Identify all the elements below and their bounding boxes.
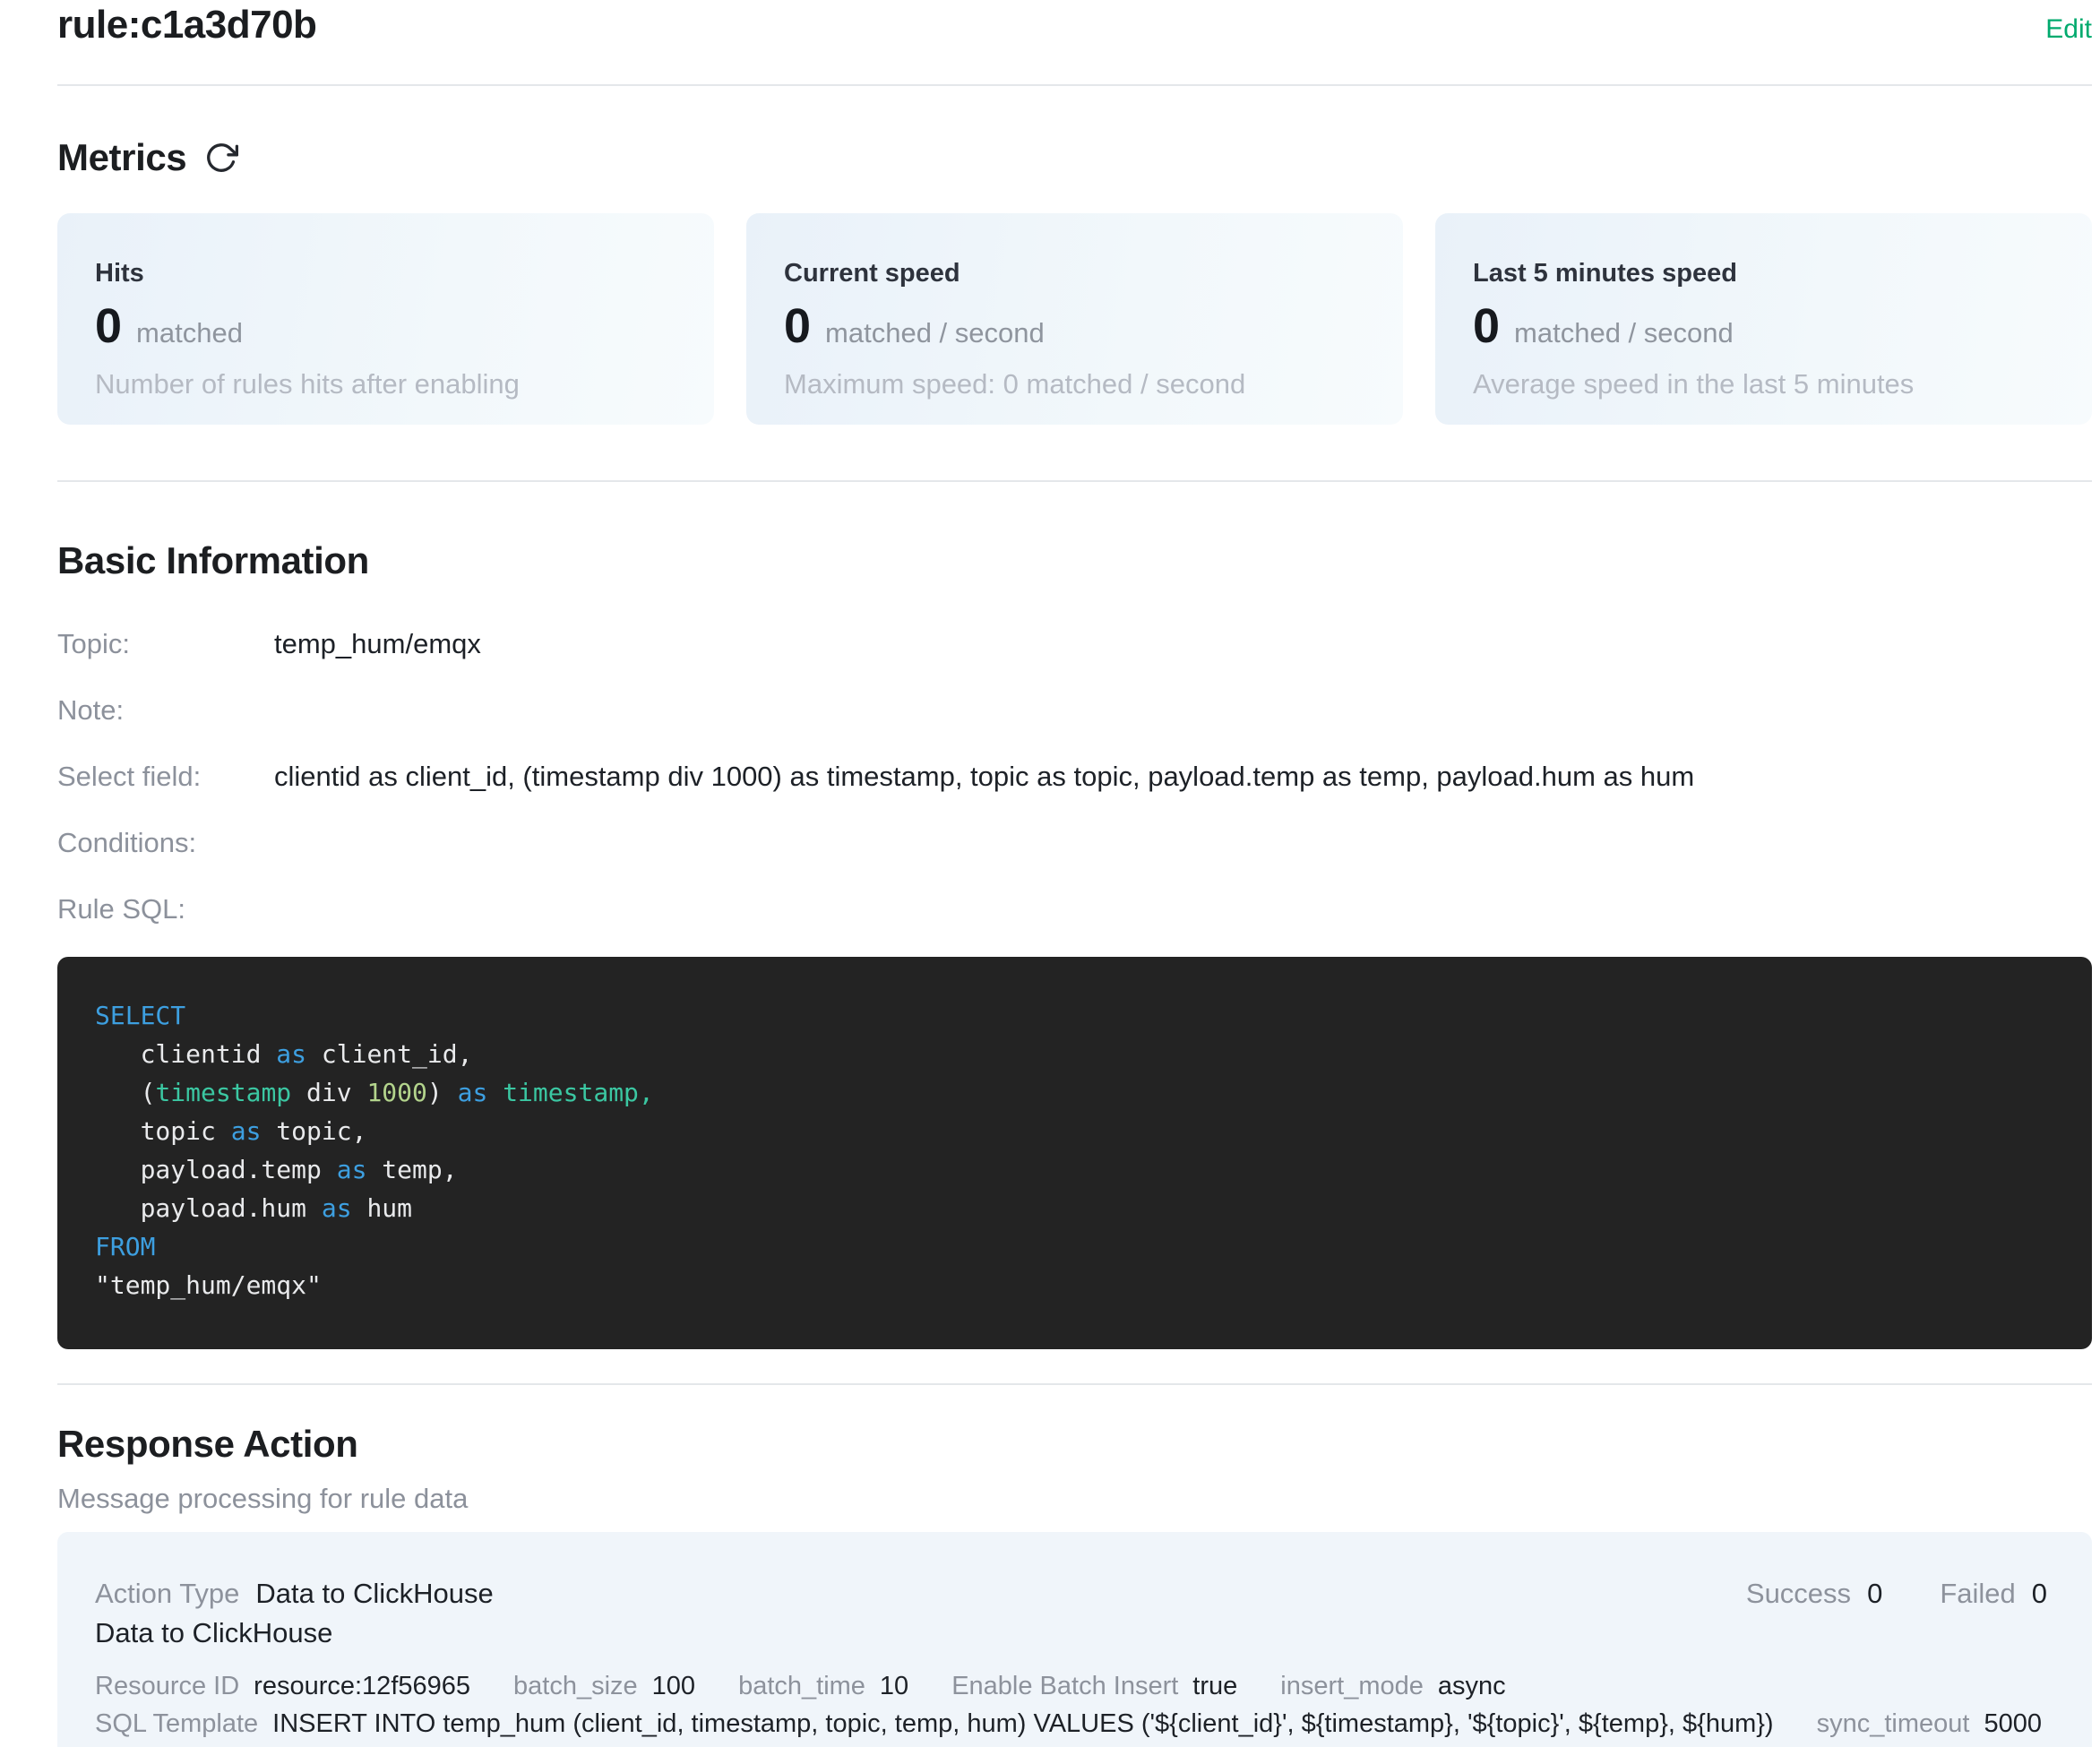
action-attribute: sync_timeout 5000 — [1817, 1708, 2042, 1740]
attribute-value: 5000 — [1984, 1708, 2042, 1740]
metric-card-value-row: 0 matched / second — [784, 301, 1365, 358]
action-type-label: Action Type — [95, 1577, 239, 1611]
sql-code-line: topic as topic, — [95, 1112, 2056, 1150]
action-resource-name[interactable]: Data to ClickHouse — [95, 1616, 2047, 1650]
action-card-top-row: Action Type Data to ClickHouse Success 0… — [95, 1577, 2047, 1611]
action-type-pair: Action Type Data to ClickHouse — [95, 1577, 494, 1611]
metric-unit: matched — [136, 308, 243, 358]
page-title: rule:c1a3d70b — [57, 2, 316, 48]
metric-description: Maximum speed: 0 matched / second — [784, 369, 1365, 400]
info-row-value: clientid as client_id, (timestamp div 10… — [274, 758, 1694, 796]
info-row-label: Topic: — [57, 625, 274, 663]
metric-unit: matched / second — [1514, 308, 1734, 358]
failed-value: 0 — [2032, 1577, 2047, 1611]
failed-label: Failed — [1940, 1577, 2015, 1611]
response-action-heading: Response Action — [57, 1421, 2092, 1467]
action-card: Action Type Data to ClickHouse Success 0… — [57, 1532, 2092, 1747]
divider — [57, 480, 2092, 482]
action-attribute: insert_mode async — [1280, 1670, 1505, 1702]
sql-code-line: SELECT — [95, 996, 2056, 1035]
info-row-label: Conditions: — [57, 824, 274, 862]
metric-card-value-row: 0 matched — [95, 301, 676, 358]
refresh-icon[interactable] — [204, 141, 238, 175]
metric-cards-row: Hits 0 matched Number of rules hits afte… — [57, 213, 2092, 425]
attribute-label: sync_timeout — [1817, 1708, 1970, 1740]
sql-code-line: payload.hum as hum — [95, 1189, 2056, 1227]
sql-code-line: clientid as client_id, — [95, 1035, 2056, 1073]
info-row-value: temp_hum/emqx — [274, 625, 481, 663]
action-attribute: Resource ID resource:12f56965 — [95, 1670, 470, 1702]
metric-unit: matched / second — [825, 308, 1045, 358]
action-attribute: SQL Template INSERT INTO temp_hum (clien… — [95, 1708, 1774, 1740]
response-action-subtitle: Message processing for rule data — [57, 1480, 2092, 1518]
info-row-label: Rule SQL: — [57, 891, 274, 928]
action-counters: Success 0 Failed 0 — [1746, 1577, 2047, 1611]
divider — [57, 1383, 2092, 1385]
attribute-label: batch_size — [513, 1670, 638, 1702]
info-row-label: Note: — [57, 692, 274, 729]
metric-card: Hits 0 matched Number of rules hits afte… — [57, 213, 714, 425]
action-attribute: batch_size 100 — [513, 1670, 695, 1702]
basic-info-rows: Topic: temp_hum/emqx Note: Select field:… — [57, 625, 2092, 928]
metric-card: Current speed 0 matched / second Maximum… — [746, 213, 1403, 425]
info-row: Rule SQL: — [57, 891, 2092, 928]
attribute-value: true — [1192, 1670, 1237, 1702]
action-attributes-row: Resource ID resource:12f56965 batch_size… — [95, 1670, 2047, 1702]
attribute-value: 100 — [652, 1670, 695, 1702]
metric-description: Average speed in the last 5 minutes — [1473, 369, 2054, 400]
attribute-value: async — [1438, 1670, 1506, 1702]
metrics-heading-label: Metrics — [57, 134, 186, 181]
basic-info-heading: Basic Information — [57, 538, 2092, 584]
rule-detail-page: rule:c1a3d70b Edit Metrics Hits 0 matche… — [0, 0, 2100, 1747]
sql-code-line: payload.temp as temp, — [95, 1150, 2056, 1189]
attribute-value: INSERT INTO temp_hum (client_id, timesta… — [272, 1708, 1773, 1740]
success-counter: Success 0 — [1746, 1577, 1882, 1611]
sql-code-line: FROM — [95, 1227, 2056, 1266]
attribute-value: resource:12f56965 — [254, 1670, 470, 1702]
failed-counter: Failed 0 — [1940, 1577, 2047, 1611]
action-type-value: Data to ClickHouse — [255, 1577, 493, 1611]
metric-card-title: Current speed — [784, 258, 1365, 288]
page-header: rule:c1a3d70b Edit — [57, 0, 2092, 48]
attribute-label: insert_mode — [1280, 1670, 1424, 1702]
info-row: Select field: clientid as client_id, (ti… — [57, 758, 2092, 796]
sql-code: SELECT clientid as client_id, (timestamp… — [95, 996, 2056, 1304]
metric-card-title: Hits — [95, 258, 676, 288]
metric-value: 0 — [784, 301, 811, 351]
metric-card-value-row: 0 matched / second — [1473, 301, 2054, 358]
metric-card-title: Last 5 minutes speed — [1473, 258, 2054, 288]
action-attribute: Enable Batch Insert true — [951, 1670, 1237, 1702]
sql-code-line: "temp_hum/emqx" — [95, 1266, 2056, 1304]
info-row: Note: — [57, 692, 2092, 729]
action-sql-template-row: SQL Template INSERT INTO temp_hum (clien… — [95, 1708, 2047, 1740]
metric-description: Number of rules hits after enabling — [95, 369, 676, 400]
attribute-value: 10 — [880, 1670, 908, 1702]
info-row: Topic: temp_hum/emqx — [57, 625, 2092, 663]
edit-link[interactable]: Edit — [2045, 14, 2092, 45]
sql-code-line: (timestamp div 1000) as timestamp, — [95, 1073, 2056, 1112]
divider — [57, 84, 2092, 86]
metric-card: Last 5 minutes speed 0 matched / second … — [1435, 213, 2092, 425]
success-label: Success — [1746, 1577, 1851, 1611]
success-value: 0 — [1867, 1577, 1882, 1611]
action-attribute: batch_time 10 — [738, 1670, 908, 1702]
rule-sql-code-block: SELECT clientid as client_id, (timestamp… — [57, 957, 2092, 1349]
attribute-label: batch_time — [738, 1670, 865, 1702]
attribute-label: Enable Batch Insert — [951, 1670, 1178, 1702]
metrics-section-heading: Metrics — [57, 134, 2092, 181]
info-row-label: Select field: — [57, 758, 274, 796]
info-row: Conditions: — [57, 824, 2092, 862]
attribute-label: SQL Template — [95, 1708, 258, 1740]
metric-value: 0 — [95, 301, 122, 351]
metric-value: 0 — [1473, 301, 1500, 351]
attribute-label: Resource ID — [95, 1670, 239, 1702]
